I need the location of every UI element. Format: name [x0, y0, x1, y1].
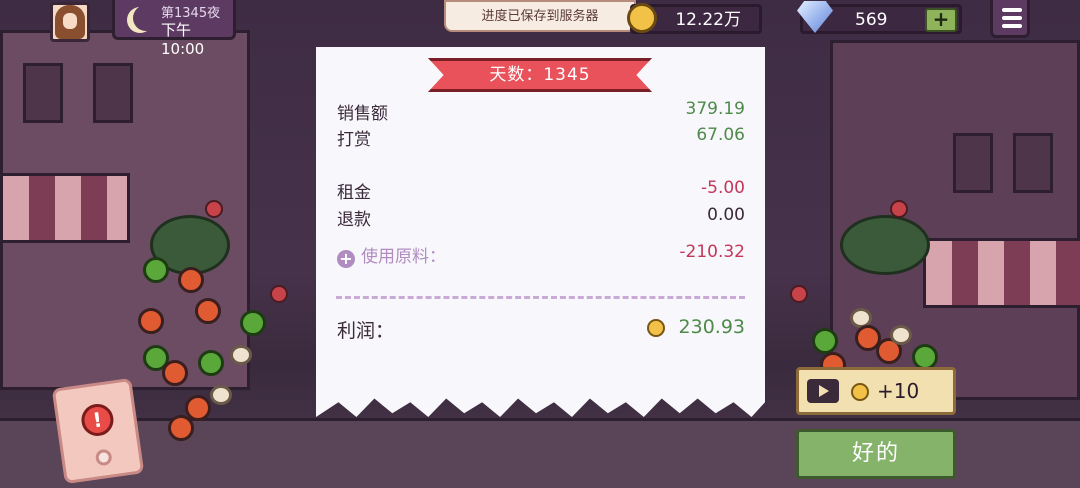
clock: 下午10:00	[161, 21, 205, 58]
gold-value: 12.22万	[675, 10, 741, 30]
rent-label: 租金	[337, 183, 371, 203]
tomato-slice	[138, 308, 164, 334]
sales-value: 379.19	[685, 99, 745, 119]
day-time-panel: 第1345夜 下午10:00	[112, 0, 236, 58]
menu-icon	[1002, 8, 1022, 12]
gold-coin-icon	[627, 3, 657, 33]
avatar-face	[63, 13, 77, 29]
refund-row: 退款 0.00	[337, 205, 745, 230]
profit-value: 230.93	[678, 316, 745, 338]
avatar-hair	[55, 5, 85, 39]
save-toast: 进度已保存到服务器	[444, 0, 636, 32]
pepper-slice	[812, 328, 838, 354]
flower	[205, 200, 223, 218]
menu-icon-bar	[1002, 24, 1022, 28]
pepper-slice	[198, 350, 224, 376]
ingredients-label: 使用原料：	[361, 247, 446, 267]
divider	[336, 296, 745, 299]
pepper-slice	[143, 257, 169, 283]
day-banner: 天数：1345	[428, 58, 652, 92]
window	[23, 63, 63, 123]
flower	[790, 285, 808, 303]
window	[93, 63, 133, 123]
add-gems-button[interactable]: +	[925, 8, 957, 32]
garlic-clove	[890, 325, 912, 345]
coin-icon	[851, 383, 869, 401]
profit-label: 利润：	[337, 320, 395, 342]
gold-counter: 12.22万	[627, 3, 762, 34]
flower	[270, 285, 288, 303]
play-icon	[807, 379, 839, 403]
tomato-slice	[162, 360, 188, 386]
diamond-icon	[797, 1, 833, 33]
refund-value: 0.00	[707, 205, 745, 225]
gem-counter: 569 +	[797, 1, 962, 34]
flower	[890, 200, 908, 218]
sales-row: 销售额 379.19	[337, 99, 745, 124]
sales-label: 销售额	[337, 104, 388, 124]
garlic-clove	[210, 385, 232, 405]
ingredients-row[interactable]: + 使用原料： -210.32	[337, 242, 745, 268]
tips-value: 67.06	[696, 125, 745, 145]
shop-awning	[0, 173, 130, 243]
alert-icon: !	[79, 401, 116, 439]
menu-icon-bar	[1002, 16, 1022, 20]
tomato-slice	[168, 415, 194, 441]
refund-label: 退款	[337, 210, 371, 230]
tomato-slice	[178, 267, 204, 293]
tips-row: 打赏 67.06	[337, 125, 745, 150]
alert-card-button[interactable]: !	[51, 377, 145, 485]
gem-value: 569	[855, 10, 888, 30]
rent-value: -5.00	[701, 178, 745, 198]
plus-icon: +	[932, 7, 950, 31]
ok-button[interactable]: 好的	[796, 429, 956, 479]
tomato-slice	[195, 298, 221, 324]
card-dot	[94, 448, 113, 467]
garlic-clove	[230, 345, 252, 365]
window	[1013, 133, 1053, 193]
window	[953, 133, 993, 193]
ad-reward-value: +10	[877, 379, 920, 403]
plus-circle-icon[interactable]: +	[337, 250, 355, 268]
avatar[interactable]	[50, 2, 90, 42]
pepper-slice	[240, 310, 266, 336]
rent-row: 租金 -5.00	[337, 178, 745, 203]
moon-icon	[133, 5, 159, 31]
ingredients-toggle[interactable]: + 使用原料：	[337, 242, 446, 268]
bush	[840, 215, 930, 275]
tips-label: 打赏	[337, 130, 371, 150]
shop-awning	[923, 238, 1080, 308]
coin-icon	[647, 319, 665, 337]
menu-button[interactable]	[990, 0, 1030, 38]
ingredients-value: -210.32	[679, 242, 745, 262]
watch-ad-button[interactable]: +10	[796, 367, 956, 415]
